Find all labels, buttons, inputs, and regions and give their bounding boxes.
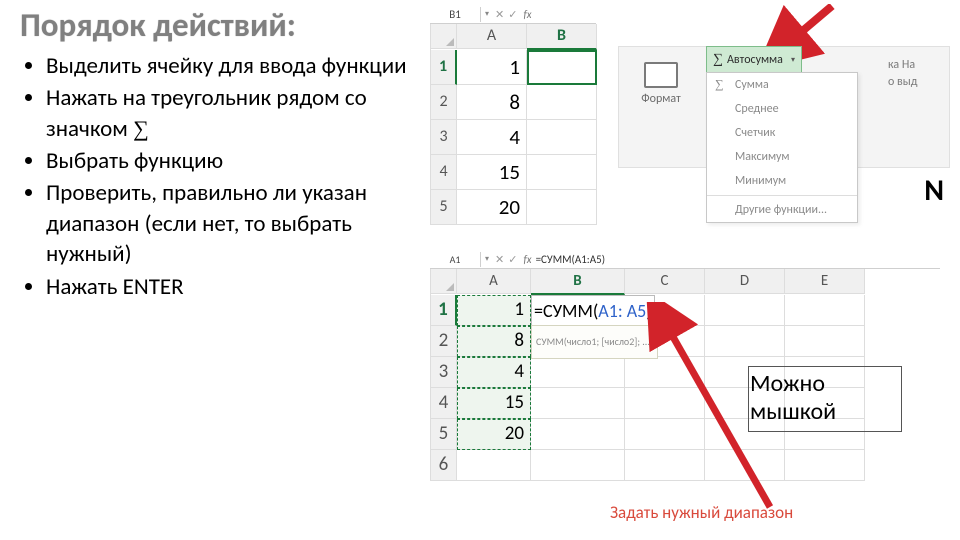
select-all-corner[interactable] xyxy=(431,24,457,49)
cell-formula[interactable]: =СУММ(A1: A5) СУММ(число1; [число2]; ...… xyxy=(531,295,625,326)
col-header[interactable]: B xyxy=(531,269,625,295)
cell[interactable]: 20 xyxy=(457,190,527,225)
steps-list: Выделить ячейку для ввода функции Нажать… xyxy=(20,51,420,302)
row-header[interactable]: 1 xyxy=(431,50,457,85)
fragment-line: о выд xyxy=(888,73,948,90)
cell[interactable] xyxy=(785,295,865,326)
cell[interactable] xyxy=(531,450,625,481)
cell[interactable]: 4 xyxy=(457,120,527,155)
chevron-down-icon[interactable]: ▾ xyxy=(787,55,795,65)
cell[interactable] xyxy=(531,388,625,419)
excel-sheet-top: B1 ▾ ✕ ✓ fx A B 1 1 2 8 3 4 4 15 5 xyxy=(430,5,596,225)
cell[interactable]: 15 xyxy=(457,388,531,419)
cell[interactable] xyxy=(527,155,597,190)
name-box[interactable]: A1 xyxy=(430,252,481,267)
step-text-pre: Нажать на треугольник рядом со значком xyxy=(46,84,367,142)
row-header[interactable]: 5 xyxy=(431,419,457,450)
enter-icon[interactable]: ✓ xyxy=(508,8,517,21)
ribbon-cropped-text: ка На о выд xyxy=(888,58,948,90)
range-caption: Задать нужный диапазон xyxy=(610,502,793,523)
menu-divider xyxy=(707,195,857,196)
menu-item-sum[interactable]: Сумма xyxy=(707,73,857,97)
cancel-icon[interactable]: ✕ xyxy=(495,253,504,266)
mouse-note: Можно мышкой xyxy=(750,370,900,425)
row-header[interactable]: 3 xyxy=(431,120,457,155)
col-header[interactable]: A xyxy=(457,269,531,294)
format-icon xyxy=(628,58,694,92)
step-item: Выбрать функцию xyxy=(46,146,420,176)
autosum-label: Автосумма xyxy=(727,53,783,67)
cell[interactable] xyxy=(785,450,865,481)
formula-bar: A1 ▾ ✕ ✓ fx =СУММ(A1:A5) xyxy=(430,250,940,269)
cell[interactable]: 20 xyxy=(457,419,531,450)
col-header[interactable]: A xyxy=(457,24,527,49)
step-item: Выделить ячейку для ввода функции xyxy=(46,51,420,81)
formula-input[interactable]: =СУММ(A1:A5) xyxy=(532,253,940,266)
cell[interactable]: 1 xyxy=(457,50,527,85)
autosum-button[interactable]: ∑ Автосумма ▾ xyxy=(706,46,802,74)
cell[interactable]: 8 xyxy=(457,326,531,357)
formula-bar-icons: ✕ ✓ xyxy=(493,8,519,21)
page-title: Порядок действий: xyxy=(20,5,420,45)
format-label: Формат xyxy=(628,92,694,106)
menu-item-count[interactable]: Счетчик xyxy=(707,121,857,145)
cell[interactable]: 8 xyxy=(457,85,527,120)
step-item: Нажать на треугольник рядом со значком ∑ xyxy=(46,83,420,144)
formula-bar: B1 ▾ ✕ ✓ fx xyxy=(430,5,596,24)
formula-prefix: =СУММ( xyxy=(534,300,598,322)
select-all-corner[interactable] xyxy=(431,269,457,294)
format-button[interactable]: Формат xyxy=(628,58,694,106)
cell[interactable]: 4 xyxy=(457,357,531,388)
row-header[interactable]: 2 xyxy=(431,85,457,120)
cell[interactable]: 15 xyxy=(457,155,527,190)
row-header[interactable]: 1 xyxy=(431,295,457,326)
fx-icon[interactable]: fx xyxy=(519,253,531,266)
cell[interactable] xyxy=(527,120,597,155)
sigma-icon: ∑ xyxy=(713,52,723,68)
cell[interactable] xyxy=(531,357,625,388)
row-header[interactable]: 3 xyxy=(431,357,457,388)
instructions-panel: Порядок действий: Выделить ячейку для вв… xyxy=(20,5,420,304)
cell[interactable] xyxy=(527,190,597,225)
menu-item-more[interactable]: Другие функции... xyxy=(707,198,857,222)
step-item: Нажать ENTER xyxy=(46,272,420,302)
column-letter-fragment: N xyxy=(924,172,944,209)
fragment-line: ка На xyxy=(888,58,948,73)
grid: A B 1 1 2 8 3 4 4 15 5 20 xyxy=(430,24,596,225)
name-box-dropdown-icon[interactable]: ▾ xyxy=(481,254,493,264)
row-header[interactable]: 4 xyxy=(431,388,457,419)
sigma-icon: ∑ xyxy=(133,116,149,141)
row-header[interactable]: 2 xyxy=(431,326,457,357)
col-header[interactable]: D xyxy=(705,269,785,294)
menu-item-max[interactable]: Максимум xyxy=(707,145,857,169)
col-header[interactable]: B xyxy=(527,24,597,50)
row-header[interactable]: 4 xyxy=(431,155,457,190)
cell[interactable]: 1 xyxy=(457,295,531,326)
fx-icon[interactable]: fx xyxy=(519,8,531,21)
cell-active[interactable] xyxy=(527,50,597,85)
row-header[interactable]: 6 xyxy=(431,450,457,481)
cell[interactable] xyxy=(457,450,531,481)
cell[interactable] xyxy=(531,419,625,450)
step-item: Проверить, правильно ли указан диапазон … xyxy=(46,178,420,269)
autosum-menu: Сумма Среднее Счетчик Максимум Минимум Д… xyxy=(706,72,858,223)
cell[interactable] xyxy=(527,85,597,120)
cancel-icon[interactable]: ✕ xyxy=(495,8,504,21)
menu-item-average[interactable]: Среднее xyxy=(707,97,857,121)
name-box-dropdown-icon[interactable]: ▾ xyxy=(481,9,493,19)
row-header[interactable]: 5 xyxy=(431,190,457,225)
cell[interactable] xyxy=(785,326,865,357)
col-header[interactable]: C xyxy=(625,269,705,294)
formula-bar-icons: ✕ ✓ xyxy=(493,253,519,266)
formula-overlay: =СУММ(A1: A5) xyxy=(531,295,655,327)
menu-item-min[interactable]: Минимум xyxy=(707,169,857,193)
ribbon-fragment: Формат ∑ Автосумма ▾ Сумма Среднее Счетч… xyxy=(618,26,948,206)
formula-tooltip: СУММ(число1; [число2]; ...) xyxy=(531,325,658,359)
enter-icon[interactable]: ✓ xyxy=(508,253,517,266)
name-box[interactable]: B1 xyxy=(430,7,481,22)
col-header[interactable]: E xyxy=(785,269,865,294)
